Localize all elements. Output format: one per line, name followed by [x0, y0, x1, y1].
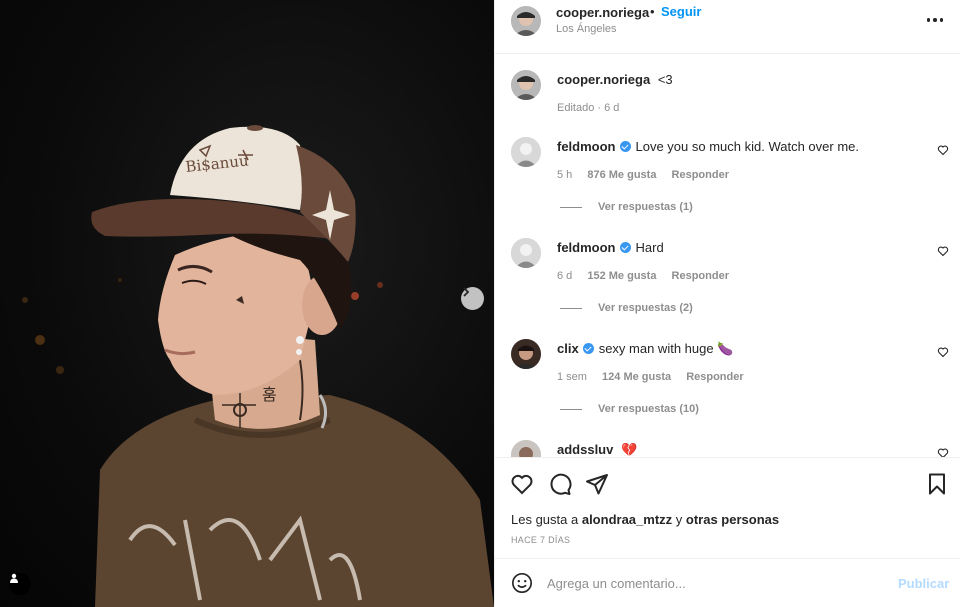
comment-likes[interactable]: 124 Me gusta — [602, 371, 671, 383]
comment-avatar[interactable] — [511, 440, 541, 457]
view-replies-button[interactable]: Ver respuestas (1) — [560, 201, 693, 213]
caption-meta-row: Editado · 6 d — [557, 102, 631, 114]
like-comment-heart-icon[interactable] — [937, 144, 949, 156]
tagged-users-button[interactable] — [9, 573, 31, 595]
verified-badge-icon — [582, 343, 594, 354]
post-panel: cooper.noriega • Seguir Los Ángeles coop… — [494, 0, 960, 607]
caption-text-row: cooper.noriega <3 — [557, 72, 673, 87]
chevron-right-icon — [463, 287, 470, 297]
comment-text-row: feldmoon Hard — [557, 240, 664, 255]
comments-list[interactable]: cooper.noriega <3 Editado · 6 d feldmoon… — [495, 54, 960, 457]
comment-time[interactable]: 1 sem — [557, 371, 587, 383]
comment-meta-row: 1 sem 124 Me gusta Responder — [557, 371, 756, 383]
avatar-image — [511, 137, 541, 167]
post-header: cooper.noriega • Seguir Los Ángeles — [495, 0, 960, 54]
comment-meta-row: 5 h 876 Me gusta Responder — [557, 169, 741, 181]
emoji-icon[interactable] — [511, 572, 533, 594]
comment-username[interactable]: addssluv — [557, 442, 613, 457]
comment-text-row: feldmoon Love you so much kid. Watch over… — [557, 139, 859, 154]
post-photo[interactable]: 훔 Bi$anuu — [0, 0, 494, 607]
post-actions: Les gusta a alondraa_mtzz y otras person… — [495, 457, 960, 559]
bookmark-icon[interactable] — [925, 472, 949, 496]
caption-avatar[interactable] — [511, 70, 541, 100]
caption-username[interactable]: cooper.noriega — [557, 72, 650, 87]
comment-text-row: addssluv 💔 — [557, 442, 637, 457]
comment-username[interactable]: feldmoon — [557, 139, 616, 154]
like-comment-heart-icon[interactable] — [937, 447, 949, 457]
follow-button[interactable]: Seguir — [661, 4, 701, 19]
separator-dot: • — [650, 4, 655, 19]
author-avatar[interactable] — [511, 6, 541, 36]
heart-icon[interactable] — [510, 472, 534, 496]
likes-prefix: Les gusta a — [511, 512, 579, 527]
reply-button[interactable]: Responder — [672, 169, 729, 181]
comment-time[interactable]: 5 h — [557, 169, 572, 181]
user-tag-icon — [10, 573, 18, 583]
avatar-image — [511, 339, 541, 369]
comment-text-row: clix sexy man with huge 🍆 — [557, 341, 733, 357]
comment-username[interactable]: feldmoon — [557, 240, 616, 255]
view-replies-button[interactable]: Ver respuestas (10) — [560, 403, 699, 415]
share-icon[interactable] — [585, 472, 609, 496]
reply-button[interactable]: Responder — [686, 371, 743, 383]
avatar-image — [511, 70, 541, 100]
verified-badge-icon — [619, 242, 631, 253]
view-replies-button[interactable]: Ver respuestas (2) — [560, 302, 693, 314]
comment-meta-row: 6 d 152 Me gusta Responder — [557, 270, 741, 282]
add-comment-bar: Publicar — [495, 559, 960, 607]
post-location[interactable]: Los Ángeles — [556, 23, 617, 35]
svg-text:훔: 훔 — [262, 385, 277, 404]
comment-input[interactable] — [547, 571, 887, 595]
comment-text: 💔 — [620, 442, 638, 457]
comment-likes[interactable]: 876 Me gusta — [587, 169, 656, 181]
comment-username[interactable]: clix — [557, 341, 579, 356]
avatar-image — [511, 440, 541, 457]
comment-avatar[interactable] — [511, 137, 541, 167]
publish-button[interactable]: Publicar — [898, 576, 949, 591]
more-options-dot — [933, 18, 937, 22]
comment-avatar[interactable] — [511, 238, 541, 268]
comment-likes[interactable]: 152 Me gusta — [587, 270, 656, 282]
author-username[interactable]: cooper.noriega — [556, 5, 649, 20]
more-options-icon — [926, 18, 931, 22]
more-options-dot — [939, 18, 944, 22]
comment-text: Hard — [635, 240, 664, 255]
caption-meta: Editado · 6 d — [557, 102, 620, 114]
comment-avatar[interactable] — [511, 339, 541, 369]
caption-text: <3 — [657, 72, 673, 87]
comment-icon[interactable] — [548, 472, 572, 496]
likes-summary: Les gusta a alondraa_mtzz y otras person… — [511, 512, 779, 527]
photo-illustration: 훔 Bi$anuu — [22, 125, 494, 607]
liked-by-user[interactable]: alondraa_mtzz — [582, 512, 672, 527]
post-timestamp[interactable]: HACE 7 DÍAS — [511, 535, 570, 545]
more-options-button[interactable] — [925, 10, 945, 30]
verified-badge-icon — [619, 141, 631, 152]
like-comment-heart-icon[interactable] — [937, 346, 949, 358]
next-photo-button[interactable] — [461, 287, 484, 310]
avatar-image — [511, 6, 541, 36]
comment-text: sexy man with huge 🍆 — [598, 341, 734, 356]
comment-time[interactable]: 6 d — [557, 270, 572, 282]
likes-joiner: y — [675, 512, 683, 527]
avatar-image — [511, 238, 541, 268]
comment-text: Love you so much kid. Watch over me. — [635, 139, 860, 154]
liked-by-others[interactable]: otras personas — [686, 512, 779, 527]
like-comment-heart-icon[interactable] — [937, 245, 949, 257]
reply-button[interactable]: Responder — [672, 270, 729, 282]
